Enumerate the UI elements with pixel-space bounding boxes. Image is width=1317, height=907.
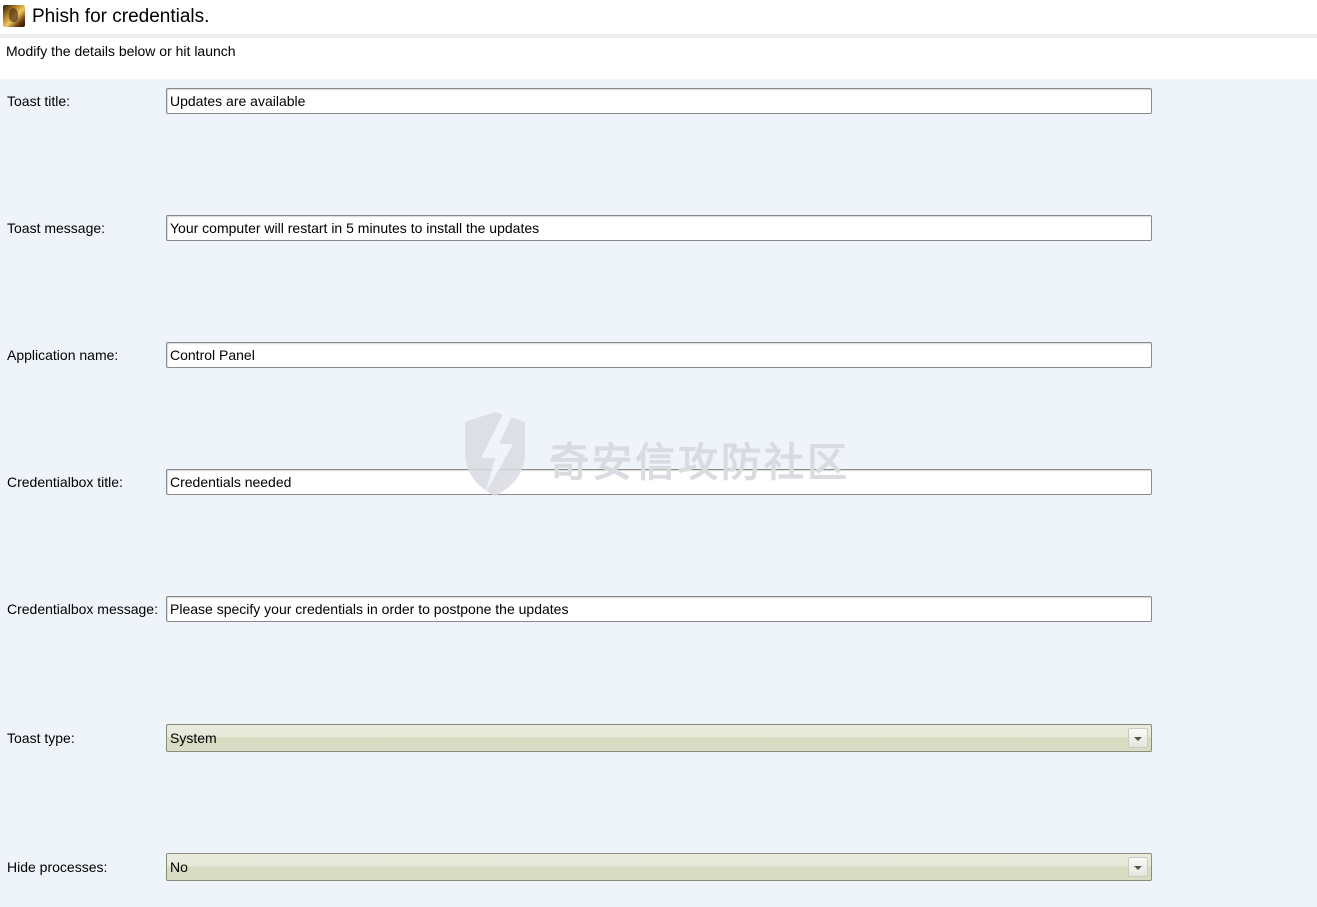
toast-type-selected: System [170, 730, 217, 746]
app-icon [3, 5, 25, 27]
credentialbox-message-label: Credentialbox message: [7, 601, 158, 617]
application-name-label: Application name: [7, 347, 119, 363]
hide-processes-select[interactable]: No [166, 853, 1152, 881]
credentialbox-title-value: Credentials needed [170, 474, 292, 490]
credentialbox-title-label: Credentialbox title: [7, 474, 123, 490]
toast-type-select[interactable]: System [166, 724, 1152, 752]
window-titlebar: Phish for credentials. [0, 0, 1317, 34]
credentialbox-message-value: Please specify your credentials in order… [170, 601, 569, 617]
toast-title-label: Toast title: [7, 93, 71, 109]
intro-text: Modify the details below or hit launch [6, 43, 236, 59]
credentialbox-title-input[interactable]: Credentials needed [166, 469, 1152, 495]
chevron-down-icon[interactable] [1128, 857, 1148, 877]
intro-panel: Modify the details below or hit launch [3, 38, 1317, 79]
hide-processes-selected: No [170, 859, 188, 875]
toast-message-label: Toast message: [7, 220, 106, 236]
toast-message-value: Your computer will restart in 5 minutes … [170, 220, 540, 236]
application-name-input[interactable]: Control Panel [166, 342, 1152, 368]
hide-processes-label: Hide processes: [7, 859, 108, 875]
credentialbox-message-input[interactable]: Please specify your credentials in order… [166, 596, 1152, 622]
application-name-value: Control Panel [170, 347, 255, 363]
toast-message-input[interactable]: Your computer will restart in 5 minutes … [166, 215, 1152, 241]
window-title: Phish for credentials. [32, 6, 210, 27]
chevron-down-icon[interactable] [1128, 728, 1148, 748]
toast-title-value: Updates are available [170, 93, 306, 109]
toast-title-input[interactable]: Updates are available [166, 88, 1152, 114]
toast-type-label: Toast type: [7, 730, 75, 746]
